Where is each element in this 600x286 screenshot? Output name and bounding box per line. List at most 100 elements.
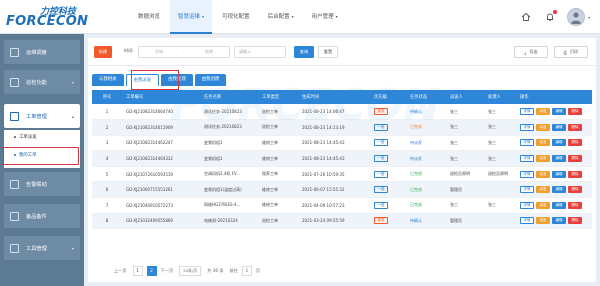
pagination: 上一页 1 2 下一页 20条/页 共 36 条 前往 1 页 [114,266,260,276]
goto-page-input[interactable]: 1 [241,266,252,276]
bell-icon[interactable] [543,10,557,24]
cell-ops: 详情 派发 编辑 删除 [516,119,592,136]
priority-badge: 一般 [374,139,388,147]
sidebar-subitem-dispatch[interactable]: 工单派发 [4,132,80,144]
detail-button[interactable]: 详情 [520,170,534,178]
row-actions: 详情 派发 编辑 删除 [520,155,592,163]
delete-button[interactable]: 删除 [568,201,582,209]
cell-sender: 管理员 [446,213,484,230]
cell-ops: 详情 派发 编辑 删除 [516,150,592,167]
sidebar-item-ops-dispatch[interactable]: 运维调度 [4,40,80,64]
spare-parts-icon [10,211,19,221]
cell-seq: 2 [92,119,122,136]
tab-related[interactable]: 与我相关 [92,74,124,86]
assign-button[interactable]: 派发 [536,201,550,209]
cell-type: 维修工单 [258,181,298,199]
prev-page-button[interactable]: 上一页 [114,268,127,274]
delete-button[interactable]: 删除 [568,123,582,131]
edit-button[interactable]: 编辑 [552,108,566,116]
assign-button[interactable]: 派发 [536,217,550,225]
cell-code: GD-XJ21082314462247 [122,135,200,152]
search-input[interactable]: 请输入 [234,46,286,58]
edit-button[interactable]: 编辑 [552,186,566,194]
edit-button[interactable]: 编辑 [552,139,566,147]
nav-label: 数据浏览 [138,14,161,20]
col-ops: 操作 [516,90,592,104]
assign-button[interactable]: 派发 [536,155,550,163]
cell-handler: 张三 [484,135,516,152]
table-row: 7 GD-XJ21040910572273 网络HG37B(ES-4... 维修工单 2… [92,197,592,214]
cell-priority: 紧急 [370,213,406,230]
sidebar-item-spare-parts[interactable]: 备品备件 [4,204,80,228]
sidebar-item-alarm-linkage[interactable]: 告警联动 [4,172,80,196]
edit-button[interactable]: 编辑 [552,123,566,131]
detail-button[interactable]: 详情 [520,217,534,225]
priority-badge: 一般 [374,201,388,209]
table-row: 6 GD-XJ21060715553261 变频机组1(温度过高) 维修工单 2021-… [92,181,592,199]
detail-button[interactable]: 详情 [520,108,534,116]
edit-button[interactable]: 编辑 [552,201,566,209]
nav-item-backend-config[interactable]: 后台配置 ▾ [260,0,302,34]
reset-button[interactable]: 重置 [318,46,338,58]
assign-button[interactable]: 派发 [536,123,550,131]
delete-button[interactable]: 删除 [568,108,582,116]
page-1-button[interactable]: 1 [132,266,143,276]
sidebar-item-inspection[interactable]: 巡检功能 ▾ [4,70,80,94]
date-end-field[interactable]: 结束 [189,49,229,55]
new-button[interactable]: 新建 [94,46,112,58]
col-status: 任务状态 [406,90,446,104]
priority-badge: 紧急 [374,108,388,116]
cell-seq: 3 [92,135,122,152]
home-icon[interactable] [519,10,533,24]
detail-button[interactable]: 详情 [520,123,534,131]
date-start-field[interactable]: 开始 [139,49,179,55]
chevron-down-icon[interactable]: ▾ [588,15,590,20]
edit-button[interactable]: 编辑 [552,217,566,225]
main-nav: 数据浏览 智慧运维 ▾ 可视化配置 后台配置 ▾ 用户管理 ▾ [130,0,348,34]
tab-created-by-me[interactable]: 由我创建 [194,74,227,86]
assign-button[interactable]: 派发 [536,170,550,178]
detail-button[interactable]: 详情 [520,139,534,147]
sidebar-item-label: 告警联动 [26,181,47,188]
delete-button[interactable]: 删除 [568,155,582,163]
chevron-up-icon: ▴ [71,113,74,119]
cell-sender: 张三 [446,197,484,214]
export-icon: ⤓ [524,49,527,55]
nav-label: 后台配置 [267,14,290,20]
nav-item-visual-config[interactable]: 可视化配置 [214,0,258,34]
row-actions: 详情 派发 编辑 删除 [520,108,592,116]
page-size-select[interactable]: 20条/页 [179,266,202,276]
nav-item-user-mgmt[interactable]: 用户管理 ▾ [304,0,346,34]
delete-button[interactable]: 删除 [568,186,582,194]
assign-button[interactable]: 派发 [536,139,550,147]
page-2-button[interactable]: 2 [146,266,157,276]
avatar[interactable] [566,8,585,26]
next-page-button[interactable]: 下一页 [161,268,174,274]
sidebar-item-work-orders[interactable]: 工单管理 ▴ [4,104,80,128]
col-sender: 派送人 [446,90,484,104]
priority-badge: 一般 [374,170,388,178]
edit-button[interactable]: 编辑 [552,155,566,163]
nav-item-smart-ops[interactable]: 智慧运维 ▾ [170,0,213,34]
detail-button[interactable]: 详情 [520,155,534,163]
delete-button[interactable]: 删除 [568,170,582,178]
assign-button[interactable]: 派发 [536,186,550,194]
detail-button[interactable]: 详情 [520,201,534,209]
delete-button[interactable]: 删除 [568,217,582,225]
print-button[interactable]: ⎙ 打印 [554,46,588,58]
export-button[interactable]: ⤓ 导出 [514,46,548,58]
cell-seq: 4 [92,150,122,167]
assign-button[interactable]: 派发 [536,108,550,116]
nav-item-data-browse[interactable]: 数据浏览 [130,0,168,34]
row-actions: 详情 派发 编辑 删除 [520,186,592,194]
query-button[interactable]: 查询 [294,46,314,58]
logo[interactable]: 力控科技 FORCECON [6,4,96,30]
sidebar-item-label: 工单管理 [26,113,47,120]
table-row: 5 GD-XJ21072610593519 空调风机2,4机 FV... 保养工单 20… [92,166,592,183]
sidebar-item-tools[interactable]: 工具管理 ▾ [4,236,80,260]
date-range-picker[interactable]: 开始 - 结束 [138,46,230,58]
delete-button[interactable]: 删除 [568,139,582,147]
edit-button[interactable]: 编辑 [552,170,566,178]
cell-type: 维修工单 [258,197,298,214]
detail-button[interactable]: 详情 [520,186,534,194]
